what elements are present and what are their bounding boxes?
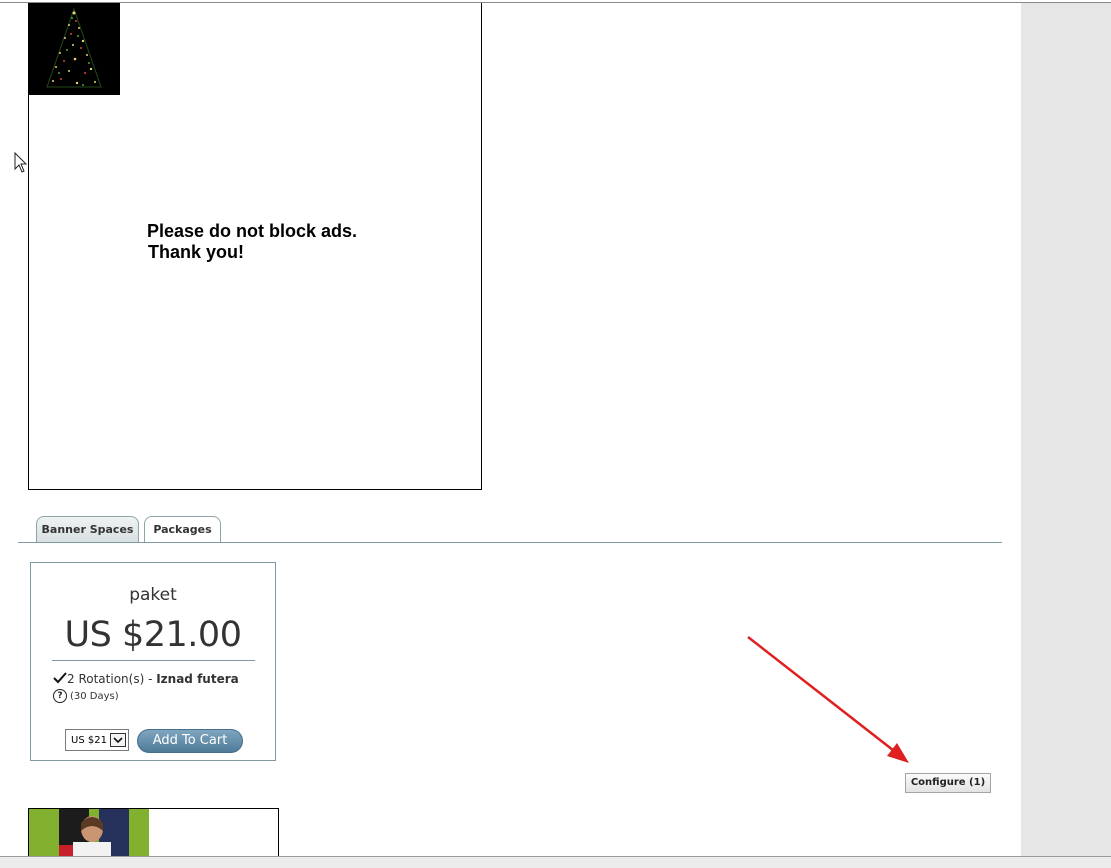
package-location: Iznad futera — [156, 672, 239, 686]
add-to-cart-button[interactable]: Add To Cart — [137, 729, 243, 753]
package-divider — [52, 660, 255, 661]
rotations-text: 2 Rotation(s) - — [67, 672, 157, 686]
checkmark-icon — [53, 672, 67, 684]
ad-block-message: Please do not block ads. Thank you! — [147, 221, 447, 263]
ad-message-line-1: Please do not block ads. — [147, 221, 358, 241]
ad-message-line-2: Thank you! — [148, 242, 245, 262]
price-select[interactable]: US $21 — [65, 729, 129, 751]
annotation-arrow-icon — [747, 636, 909, 763]
package-duration: (30 Days) — [70, 691, 119, 702]
right-gutter — [1021, 3, 1111, 868]
status-strip — [0, 857, 1111, 868]
package-card: paket US $21.00 2 Rotation(s) - Iznad fu… — [30, 562, 276, 761]
next-banner-card[interactable] — [28, 808, 279, 857]
tab-banner-spaces[interactable]: Banner Spaces — [36, 516, 139, 542]
package-duration-row: ? (30 Days) — [53, 689, 119, 703]
banner-photo — [29, 809, 149, 857]
price-select-value: US $21 — [71, 735, 107, 746]
christmas-tree-image — [29, 3, 120, 95]
mouse-cursor-icon — [14, 152, 28, 173]
tab-divider — [18, 542, 1002, 543]
package-name: paket — [129, 585, 177, 605]
tab-packages[interactable]: Packages — [144, 516, 221, 543]
configure-button[interactable]: Configure (1) — [905, 773, 991, 793]
package-rotations: 2 Rotation(s) - Iznad futera — [53, 672, 239, 686]
help-icon[interactable]: ? — [53, 689, 67, 703]
package-price: US $21.00 — [64, 615, 242, 655]
chevron-down-icon[interactable] — [110, 733, 126, 747]
ad-banner[interactable]: Please do not block ads. Thank you! — [28, 3, 482, 490]
